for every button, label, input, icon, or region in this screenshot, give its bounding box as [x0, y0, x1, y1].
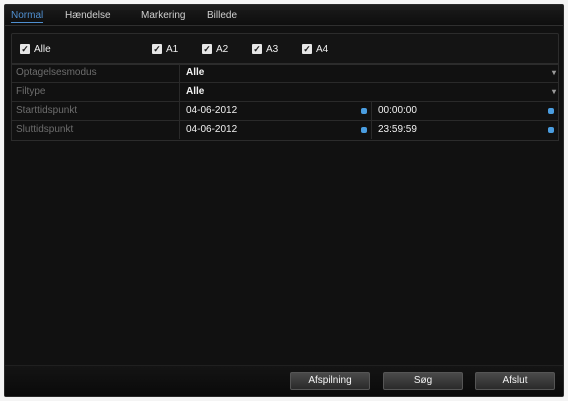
channel-selector: ✓ Alle ✓ A1 ✓ A2 ✓ A3 ✓ A4 [11, 33, 559, 65]
tab-normal[interactable]: Normal [11, 10, 44, 23]
tab-bar: Normal Hændelse Markering Billede [5, 5, 563, 26]
channel-all-checkbox[interactable]: ✓ Alle [20, 43, 51, 55]
check-icon: ✓ [202, 44, 212, 54]
end-time-field[interactable]: 23:59:59 [372, 121, 558, 139]
start-time-value: 00:00:00 [378, 105, 417, 116]
channel-a1-label: A1 [166, 43, 179, 55]
calendar-icon[interactable] [361, 108, 367, 114]
exit-button[interactable]: Afslut [475, 372, 555, 390]
record-mode-value: Alle [186, 67, 205, 78]
chevron-down-icon: ▾ [551, 68, 556, 77]
channel-a3-label: A3 [266, 43, 279, 55]
chevron-down-icon: ▾ [551, 87, 556, 96]
channel-all-label: Alle [34, 43, 51, 55]
channel-a2-label: A2 [216, 43, 229, 55]
file-type-select[interactable]: Alle ▾ [180, 83, 558, 101]
channel-a4-label: A4 [316, 43, 329, 55]
start-time-field[interactable]: 00:00:00 [372, 102, 558, 120]
clock-icon[interactable] [548, 127, 554, 133]
file-type-label: Filtype [12, 83, 180, 101]
end-time-value: 23:59:59 [378, 124, 417, 135]
end-date-field[interactable]: 04-06-2012 [180, 121, 372, 139]
calendar-icon[interactable] [361, 127, 367, 133]
check-icon: ✓ [252, 44, 262, 54]
search-dialog: Normal Hændelse Markering Billede ✓ Alle… [4, 4, 564, 397]
start-date-field[interactable]: 04-06-2012 [180, 102, 372, 120]
search-button[interactable]: Søg [383, 372, 463, 390]
channel-a4-checkbox[interactable]: ✓ A4 [302, 43, 328, 55]
record-mode-select[interactable]: Alle ▾ [180, 64, 558, 82]
check-icon: ✓ [152, 44, 162, 54]
search-form: Optagelsesmodus Alle ▾ Filtype Alle ▾ St… [11, 63, 559, 141]
record-mode-label: Optagelsesmodus [12, 64, 180, 82]
end-date-value: 04-06-2012 [186, 124, 238, 135]
action-bar: Afspilning Søg Afslut [5, 365, 563, 396]
channel-a3-checkbox[interactable]: ✓ A3 [252, 43, 278, 55]
end-time-label: Sluttidspunkt [12, 121, 180, 139]
check-icon: ✓ [20, 44, 30, 54]
file-type-value: Alle [186, 86, 205, 97]
tab-picture[interactable]: Billede [207, 10, 237, 22]
playback-button[interactable]: Afspilning [290, 372, 370, 390]
clock-icon[interactable] [548, 108, 554, 114]
start-time-row: Starttidspunkt 04-06-2012 00:00:00 [12, 102, 558, 121]
start-time-label: Starttidspunkt [12, 102, 180, 120]
channel-a2-checkbox[interactable]: ✓ A2 [202, 43, 228, 55]
record-mode-row: Optagelsesmodus Alle ▾ [12, 64, 558, 83]
start-date-value: 04-06-2012 [186, 105, 238, 116]
end-time-row: Sluttidspunkt 04-06-2012 23:59:59 [12, 121, 558, 140]
file-type-row: Filtype Alle ▾ [12, 83, 558, 102]
tab-event[interactable]: Hændelse [65, 10, 111, 22]
tab-marking[interactable]: Markering [141, 10, 185, 22]
check-icon: ✓ [302, 44, 312, 54]
channel-a1-checkbox[interactable]: ✓ A1 [152, 43, 178, 55]
